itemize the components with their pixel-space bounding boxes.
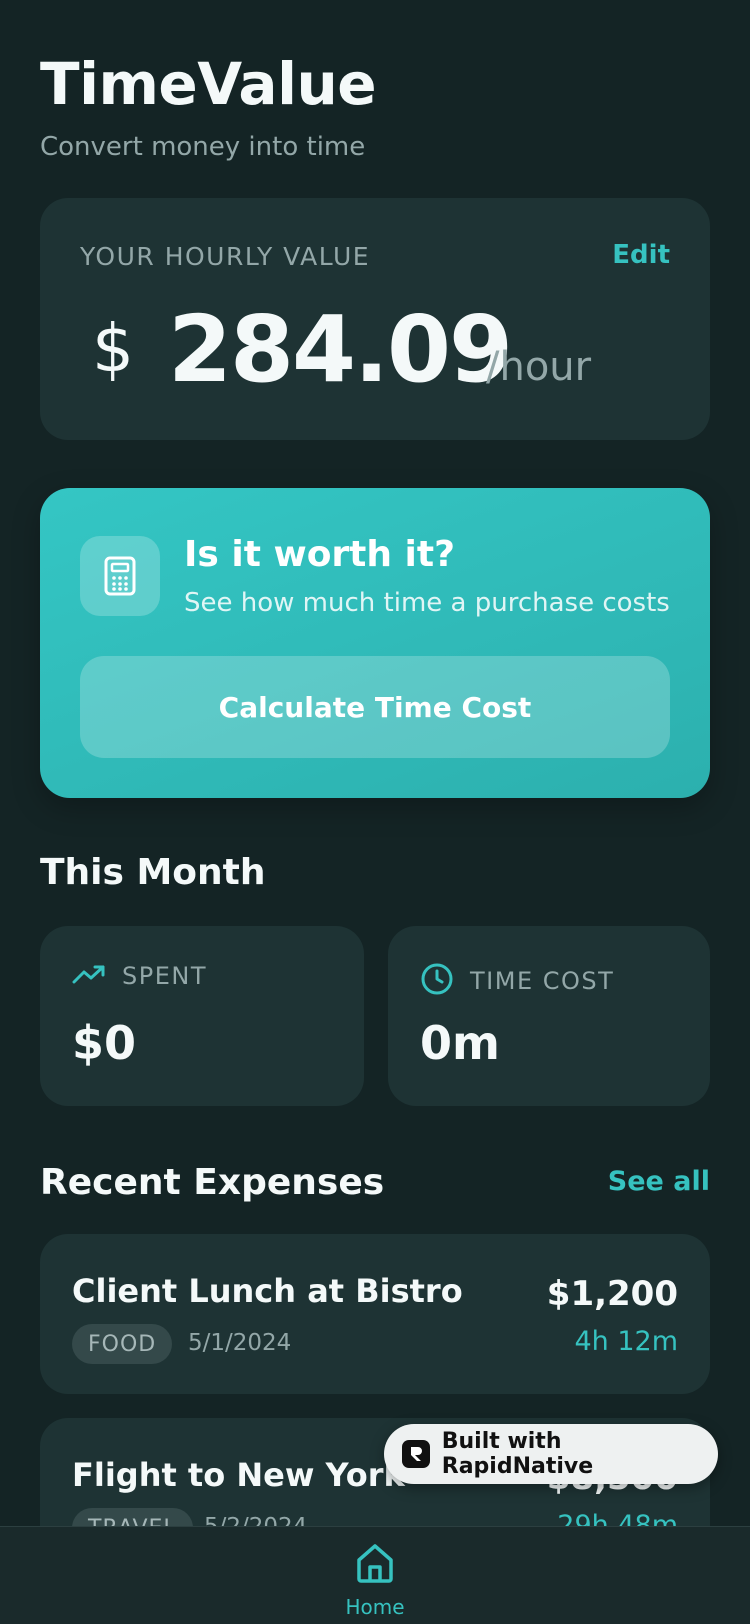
time-cost-value: 0m bbox=[420, 1016, 500, 1070]
expense-time-cost: 4h 12m bbox=[574, 1326, 678, 1357]
worth-it-subtitle: See how much time a purchase costs bbox=[184, 588, 670, 618]
spent-value: $0 bbox=[72, 1016, 137, 1070]
home-icon bbox=[353, 1541, 397, 1589]
tab-home[interactable]: Home bbox=[335, 1541, 415, 1619]
built-with-text: Built with RapidNative bbox=[441, 1429, 594, 1479]
expense-date: 5/1/2024 bbox=[188, 1330, 292, 1356]
hourly-value: 284.09 bbox=[168, 296, 513, 403]
expense-name: Client Lunch at Bistro bbox=[72, 1272, 463, 1310]
hourly-value-label: YOUR HOURLY VALUE bbox=[80, 242, 371, 271]
expense-card[interactable]: Client Lunch at Bistro FOOD 5/1/2024 $1,… bbox=[40, 1234, 710, 1394]
rapidnative-logo-icon bbox=[402, 1440, 430, 1468]
spent-label: SPENT bbox=[122, 962, 207, 990]
worth-it-title: Is it worth it? bbox=[184, 534, 455, 575]
worth-it-card: Is it worth it? See how much time a purc… bbox=[40, 488, 710, 798]
spent-stat-card: SPENT $0 bbox=[40, 926, 364, 1106]
calculator-icon bbox=[80, 536, 160, 616]
calculate-time-cost-button[interactable]: Calculate Time Cost bbox=[80, 656, 670, 758]
expense-name: Flight to New York bbox=[72, 1456, 405, 1494]
edit-hourly-button[interactable]: Edit bbox=[612, 240, 670, 270]
app-subtitle: Convert money into time bbox=[40, 132, 366, 162]
hourly-unit: /hour bbox=[486, 344, 592, 390]
app-title: TimeValue bbox=[40, 50, 377, 118]
built-with-badge[interactable]: Built with RapidNative bbox=[384, 1424, 718, 1484]
this-month-title: This Month bbox=[40, 852, 266, 893]
recent-expenses-title: Recent Expenses bbox=[40, 1162, 385, 1203]
clock-icon bbox=[420, 962, 454, 1000]
trending-up-icon bbox=[72, 963, 106, 989]
time-cost-label: TIME COST bbox=[470, 967, 615, 995]
hourly-value-card: YOUR HOURLY VALUE Edit $ 284.09 /hour bbox=[40, 198, 710, 440]
time-cost-stat-card: TIME COST 0m bbox=[388, 926, 710, 1106]
app-screen: TimeValue Convert money into time YOUR H… bbox=[0, 0, 750, 1624]
bottom-tab-bar: Home bbox=[0, 1526, 750, 1624]
expense-amount: $1,200 bbox=[546, 1274, 678, 1314]
tab-home-label: Home bbox=[345, 1595, 405, 1619]
currency-symbol: $ bbox=[92, 310, 134, 387]
expense-category-tag: FOOD bbox=[72, 1324, 173, 1364]
see-all-link[interactable]: See all bbox=[608, 1166, 710, 1197]
